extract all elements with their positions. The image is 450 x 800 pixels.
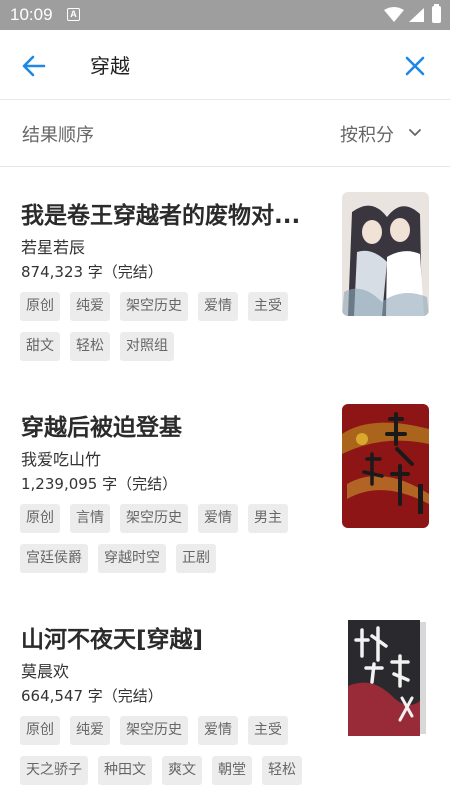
wifi-icon	[384, 7, 404, 22]
tag[interactable]: 爱情	[198, 292, 238, 321]
book-title[interactable]: 穿越后被迫登基	[21, 408, 321, 442]
status-time: 10:09	[10, 5, 53, 24]
tag[interactable]: 轻松	[262, 756, 302, 785]
signal-icon	[409, 8, 424, 22]
tag[interactable]: 纯爱	[70, 716, 110, 745]
book-author[interactable]: 莫晨欢	[21, 658, 69, 682]
tag[interactable]: 正剧	[176, 544, 216, 573]
battery-icon	[432, 4, 441, 23]
tag[interactable]: 穿越时空	[98, 544, 166, 573]
tag[interactable]: 爱情	[198, 716, 238, 745]
close-icon[interactable]	[402, 53, 428, 79]
tag[interactable]: 原创	[20, 292, 60, 321]
status-bar: 10:09 A	[0, 0, 450, 30]
tag[interactable]: 爱情	[198, 504, 238, 533]
sort-label: 结果顺序	[22, 125, 94, 146]
tag[interactable]: 种田文	[98, 756, 152, 785]
tag[interactable]: 纯爱	[70, 292, 110, 321]
book-title[interactable]: 山河不夜天[穿越]	[21, 620, 321, 654]
book-cover-image[interactable]	[342, 192, 429, 316]
book-word-count: 874,323 字（完结）	[21, 263, 163, 281]
book-author[interactable]: 若星若辰	[21, 234, 85, 258]
tag[interactable]: 原创	[20, 504, 60, 533]
book-cover-image[interactable]	[342, 404, 429, 528]
tag[interactable]: 原创	[20, 716, 60, 745]
tag[interactable]: 男主	[248, 504, 288, 533]
tag[interactable]: 甜文	[20, 332, 60, 361]
book-title[interactable]: 我是卷王穿越者的废物对...	[21, 196, 321, 230]
tag[interactable]: 言情	[70, 504, 110, 533]
book-word-count: 664,547 字（完结）	[21, 687, 163, 705]
tag[interactable]: 主受	[248, 292, 288, 321]
tag-list: 原创 纯爱 架空历史 爱情 主受 天之骄子 种田文 爽文 朝堂 轻松	[20, 716, 320, 785]
tag-list: 原创 言情 架空历史 爱情 男主 宫廷侯爵 穿越时空 正剧	[20, 504, 320, 573]
tag-list: 原创 纯爱 架空历史 爱情 主受 甜文 轻松 对照组	[20, 292, 320, 361]
tag[interactable]: 轻松	[70, 332, 110, 361]
search-toolbar: 穿越	[0, 30, 450, 100]
chevron-down-icon[interactable]	[408, 126, 422, 140]
book-author[interactable]: 我爱吃山竹	[21, 446, 101, 470]
tag[interactable]: 对照组	[120, 332, 174, 361]
tag[interactable]: 爽文	[162, 756, 202, 785]
arrow-left-icon[interactable]	[20, 52, 48, 80]
book-cover-image[interactable]	[342, 616, 429, 740]
notification-icon: A	[67, 8, 80, 21]
tag[interactable]: 天之骄子	[20, 756, 88, 785]
tag[interactable]: 架空历史	[120, 504, 188, 533]
tag[interactable]: 朝堂	[212, 756, 252, 785]
book-word-count: 1,239,095 字（完结）	[21, 475, 178, 493]
search-query-title[interactable]: 穿越	[90, 50, 130, 79]
sort-dropdown[interactable]: 按积分	[340, 121, 394, 147]
sort-bar: 结果顺序 按积分	[0, 101, 450, 167]
tag[interactable]: 架空历史	[120, 292, 188, 321]
tag[interactable]: 主受	[248, 716, 288, 745]
tag[interactable]: 宫廷侯爵	[20, 544, 88, 573]
tag[interactable]: 架空历史	[120, 716, 188, 745]
